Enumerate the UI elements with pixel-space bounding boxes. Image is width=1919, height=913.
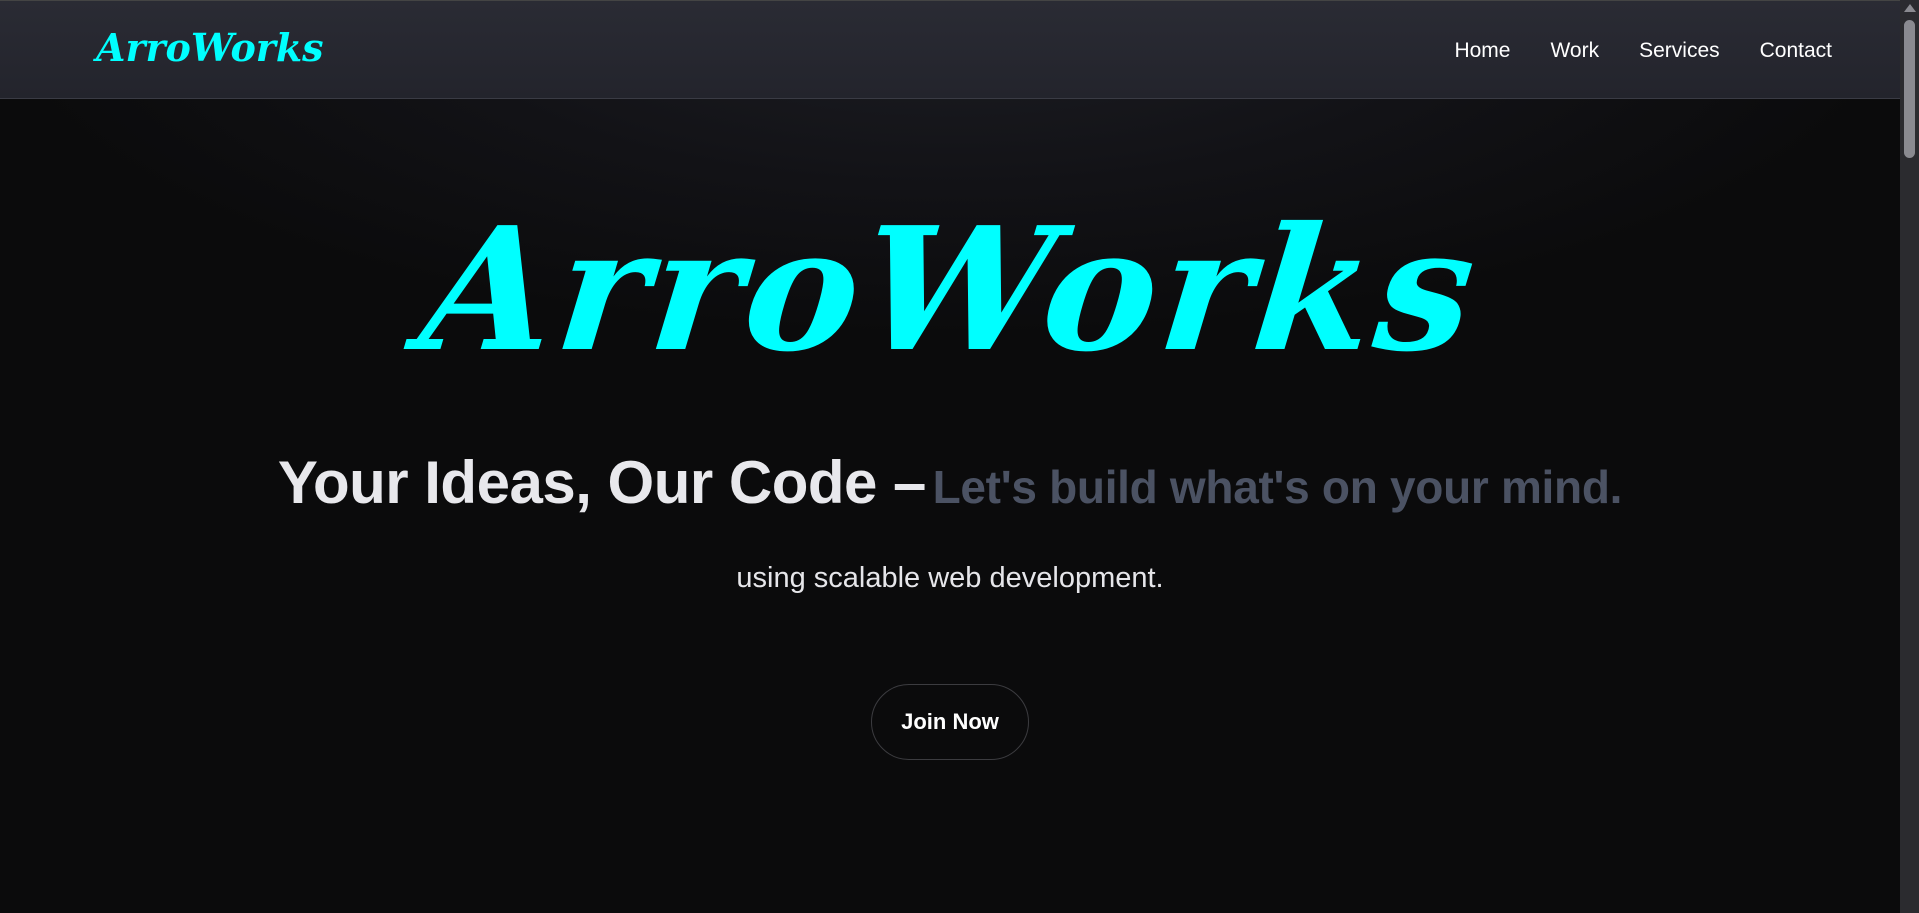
nav-link-services[interactable]: Services bbox=[1619, 39, 1740, 63]
nav-link-home[interactable]: Home bbox=[1434, 39, 1530, 63]
headline-sub: Let's build what's on your mind. bbox=[932, 461, 1623, 513]
nav-link-work[interactable]: Work bbox=[1530, 39, 1619, 63]
nav-logo[interactable]: ArroWorks bbox=[96, 23, 324, 73]
navbar: ArroWorks Home Work Services Contact bbox=[0, 0, 1900, 99]
nav-links: Home Work Services Contact bbox=[1434, 1, 1852, 100]
nav-link-contact[interactable]: Contact bbox=[1740, 39, 1852, 63]
join-now-button[interactable]: Join Now bbox=[871, 684, 1029, 760]
hero-tagline: using scalable web development. bbox=[736, 562, 1164, 594]
headline-main: Your Ideas, Our Code – bbox=[277, 449, 927, 516]
page: ArroWorks Home Work Services Contact Arr… bbox=[0, 0, 1900, 913]
hero-headline: Your Ideas, Our Code – Let's build what'… bbox=[0, 448, 1900, 517]
page-scrollbar[interactable] bbox=[1900, 0, 1919, 913]
scrollbar-thumb[interactable] bbox=[1904, 20, 1915, 158]
scroll-up-arrow-icon[interactable] bbox=[1904, 4, 1916, 12]
hero-logo: ArroWorks bbox=[412, 190, 1488, 390]
